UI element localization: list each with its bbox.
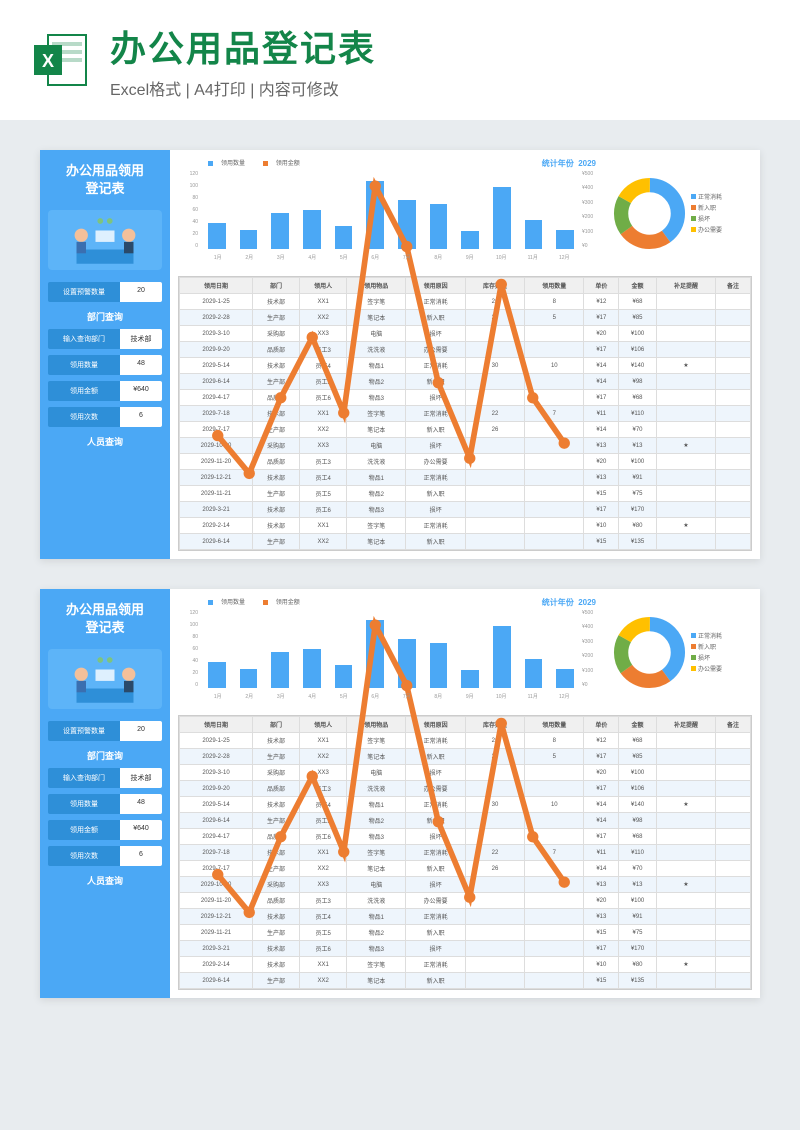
table-body: 2029-1-25技术部XX1签字笔正常消耗268¥12¥682029-2-28… — [180, 733, 751, 989]
dept-query-heading: 部门查询 — [48, 310, 162, 323]
y-axis-right: ¥500¥400¥300¥200¥100¥0 — [582, 610, 604, 688]
times-row: 领用次数 6 — [48, 846, 162, 866]
table-body: 2029-1-25技术部XX1签字笔正常消耗268¥12¥682029-2-28… — [180, 294, 751, 550]
table-row[interactable]: 2029-10-20采购部XX3电脑损坏¥13¥13★ — [180, 877, 751, 893]
alert-row[interactable]: 设置预警数量 20 — [48, 282, 162, 302]
sheet-sidebar: 办公用品领用 登记表 设置预警数量 20 部门查询 输入查询部门 技术部 领用数… — [40, 589, 170, 998]
dept-input-row[interactable]: 输入查询部门 技术部 — [48, 768, 162, 788]
table-row[interactable]: 2029-11-20品质部员工3洗洗液办公需要¥20¥100 — [180, 454, 751, 470]
y-axis-left: 120100806040200 — [178, 171, 198, 249]
data-table[interactable]: 领用日期部门领用人领用物品领用原因库存数量领用数量单价金额补足提醒备注 2029… — [179, 716, 751, 989]
dept-query-heading: 部门查询 — [48, 749, 162, 762]
dept-input-row[interactable]: 输入查询部门 技术部 — [48, 329, 162, 349]
table-row[interactable]: 2029-2-14技术部XX1签字笔正常消耗¥10¥80★ — [180, 518, 751, 534]
alert-row[interactable]: 设置预警数量 20 — [48, 721, 162, 741]
table-row[interactable]: 2029-2-28生产部XX2笔记本新入职275¥17¥85 — [180, 749, 751, 765]
amt-row: 领用金额 ¥640 — [48, 381, 162, 401]
sheet-sidebar: 办公用品领用 登记表 设置预警数量 20 部门查询 输入查询部门 技术部 领用数… — [40, 150, 170, 559]
table-row[interactable]: 2029-2-14技术部XX1签字笔正常消耗¥10¥80★ — [180, 957, 751, 973]
sheet-main: 领用数量 领用金额 统计年份 2029 120100806040200 ¥500… — [170, 150, 760, 559]
stat-year: 统计年份 2029 — [542, 158, 596, 169]
chart-bars — [202, 171, 580, 249]
table-row[interactable]: 2029-5-14技术部员工4物品1正常消耗3010¥14¥140★ — [180, 797, 751, 813]
chart-row: 领用数量 领用金额 统计年份 2029 120100806040200 ¥500… — [178, 158, 752, 268]
excel-icon: X — [30, 30, 90, 90]
qty-row: 领用数量 48 — [48, 355, 162, 375]
person-query-heading: 人员查询 — [48, 435, 162, 448]
bar-chart: 领用数量 领用金额 统计年份 2029 120100806040200 ¥500… — [178, 597, 604, 707]
x-axis: 1月2月3月4月5月6月7月8月9月10月11月12月 — [202, 254, 580, 261]
table-row[interactable]: 2029-9-20品质部员工3洗洗液办公需要¥17¥106 — [180, 781, 751, 797]
y-axis-left: 120100806040200 — [178, 610, 198, 688]
donut-chart: 正常消耗新入职损坏办公需要 — [612, 158, 752, 268]
svg-text:X: X — [42, 51, 54, 71]
table-row[interactable]: 2029-3-10采购部XX3电脑损坏¥20¥100 — [180, 765, 751, 781]
table-row[interactable]: 2029-12-21技术部员工4物品1正常消耗¥13¥91 — [180, 909, 751, 925]
times-row: 领用次数 6 — [48, 407, 162, 427]
donut-svg — [612, 176, 687, 251]
table-row[interactable]: 2029-9-20品质部员工3洗洗液办公需要¥17¥106 — [180, 342, 751, 358]
chart-legend: 领用数量 领用金额 — [178, 158, 604, 167]
amt-row: 领用金额 ¥640 — [48, 820, 162, 840]
table-row[interactable]: 2029-2-28生产部XX2笔记本新入职275¥17¥85 — [180, 310, 751, 326]
table-row[interactable]: 2029-11-21生产部员工5物品2新入职¥15¥75 — [180, 925, 751, 941]
table-header-row: 领用日期部门领用人领用物品领用原因库存数量领用数量单价金额补足提醒备注 — [180, 278, 751, 294]
table-header-row: 领用日期部门领用人领用物品领用原因库存数量领用数量单价金额补足提醒备注 — [180, 717, 751, 733]
donut-legend: 正常消耗新入职损坏办公需要 — [691, 629, 722, 675]
excel-sheet: 办公用品领用 登记表 设置预警数量 20 部门查询 输入查询部门 技术部 领用数… — [40, 589, 760, 998]
table-row[interactable]: 2029-3-21技术部员工6物品3损坏¥17¥170 — [180, 941, 751, 957]
table-row[interactable]: 2029-10-20采购部XX3电脑损坏¥13¥13★ — [180, 438, 751, 454]
table-row[interactable]: 2029-6-14生产部XX2笔记本新入职¥15¥135 — [180, 534, 751, 550]
excel-sheet: 办公用品领用 登记表 设置预警数量 20 部门查询 输入查询部门 技术部 领用数… — [40, 150, 760, 559]
table-row[interactable]: 2029-7-17生产部XX2笔记本新入职26¥14¥70 — [180, 422, 751, 438]
y-axis-right: ¥500¥400¥300¥200¥100¥0 — [582, 171, 604, 249]
table-row[interactable]: 2029-6-14生产部XX2笔记本新入职¥15¥135 — [180, 973, 751, 989]
sidebar-title: 办公用品领用 登记表 — [48, 162, 162, 198]
chart-bars — [202, 610, 580, 688]
sidebar-title: 办公用品领用 登记表 — [48, 601, 162, 637]
page-subtitle: Excel格式 | A4打印 | 内容可修改 — [110, 76, 376, 100]
office-illustration — [48, 649, 162, 709]
table-row[interactable]: 2029-7-18技术部XX1签字笔正常消耗227¥11¥110 — [180, 406, 751, 422]
x-axis: 1月2月3月4月5月6月7月8月9月10月11月12月 — [202, 693, 580, 700]
chart-area: 120100806040200 ¥500¥400¥300¥200¥100¥0 1… — [178, 610, 604, 700]
chart-legend: 领用数量 领用金额 — [178, 597, 604, 606]
data-table-wrap: 领用日期部门领用人领用物品领用原因库存数量领用数量单价金额补足提醒备注 2029… — [178, 276, 752, 551]
table-row[interactable]: 2029-6-14生产部员工5物品2新入职¥14¥98 — [180, 813, 751, 829]
data-table[interactable]: 领用日期部门领用人领用物品领用原因库存数量领用数量单价金额补足提醒备注 2029… — [179, 277, 751, 550]
table-row[interactable]: 2029-11-21生产部员工5物品2新入职¥15¥75 — [180, 486, 751, 502]
table-row[interactable]: 2029-7-17生产部XX2笔记本新入职26¥14¥70 — [180, 861, 751, 877]
table-row[interactable]: 2029-12-21技术部员工4物品1正常消耗¥13¥91 — [180, 470, 751, 486]
table-row[interactable]: 2029-3-21技术部员工6物品3损坏¥17¥170 — [180, 502, 751, 518]
donut-svg — [612, 615, 687, 690]
table-row[interactable]: 2029-11-20品质部员工3洗洗液办公需要¥20¥100 — [180, 893, 751, 909]
chart-row: 领用数量 领用金额 统计年份 2029 120100806040200 ¥500… — [178, 597, 752, 707]
sheet-main: 领用数量 领用金额 统计年份 2029 120100806040200 ¥500… — [170, 589, 760, 998]
header-text: 办公用品登记表 Excel格式 | A4打印 | 内容可修改 — [110, 20, 376, 100]
chart-area: 120100806040200 ¥500¥400¥300¥200¥100¥0 1… — [178, 171, 604, 261]
preview-area: 办公用品领用 登记表 设置预警数量 20 部门查询 输入查询部门 技术部 领用数… — [0, 120, 800, 1058]
table-row[interactable]: 2029-6-14生产部员工5物品2新入职¥14¥98 — [180, 374, 751, 390]
qty-row: 领用数量 48 — [48, 794, 162, 814]
page-header: X 办公用品登记表 Excel格式 | A4打印 | 内容可修改 — [0, 0, 800, 120]
donut-chart: 正常消耗新入职损坏办公需要 — [612, 597, 752, 707]
table-row[interactable]: 2029-3-10采购部XX3电脑损坏¥20¥100 — [180, 326, 751, 342]
table-row[interactable]: 2029-1-25技术部XX1签字笔正常消耗268¥12¥68 — [180, 733, 751, 749]
table-row[interactable]: 2029-4-17品质部员工6物品3损坏¥17¥68 — [180, 390, 751, 406]
stat-year: 统计年份 2029 — [542, 597, 596, 608]
page-title: 办公用品登记表 — [110, 20, 376, 72]
data-table-wrap: 领用日期部门领用人领用物品领用原因库存数量领用数量单价金额补足提醒备注 2029… — [178, 715, 752, 990]
table-row[interactable]: 2029-7-18技术部XX1签字笔正常消耗227¥11¥110 — [180, 845, 751, 861]
bar-chart: 领用数量 领用金额 统计年份 2029 120100806040200 ¥500… — [178, 158, 604, 268]
donut-legend: 正常消耗新入职损坏办公需要 — [691, 190, 722, 236]
table-row[interactable]: 2029-4-17品质部员工6物品3损坏¥17¥68 — [180, 829, 751, 845]
person-query-heading: 人员查询 — [48, 874, 162, 887]
table-row[interactable]: 2029-5-14技术部员工4物品1正常消耗3010¥14¥140★ — [180, 358, 751, 374]
table-row[interactable]: 2029-1-25技术部XX1签字笔正常消耗268¥12¥68 — [180, 294, 751, 310]
office-illustration — [48, 210, 162, 270]
